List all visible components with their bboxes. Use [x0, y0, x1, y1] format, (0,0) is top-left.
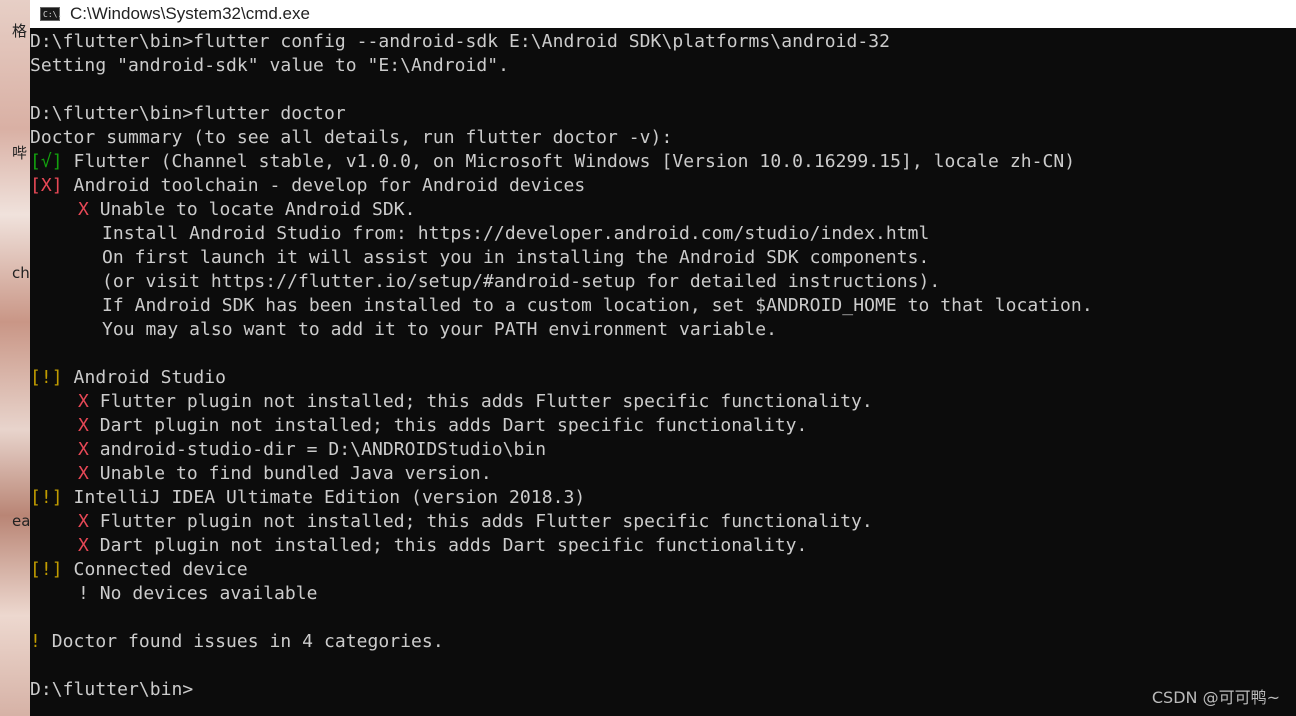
error-x-marker: X	[78, 415, 89, 436]
status-ok-marker: [√]	[30, 151, 63, 172]
status-error-marker: [X]	[30, 175, 63, 196]
desktop-fragment: ch	[12, 264, 30, 282]
status-warning-marker: [!]	[30, 559, 63, 580]
console-line: X Unable to find bundled Java version.	[78, 463, 492, 484]
status-warning-marker: [!]	[30, 487, 63, 508]
command-prompt[interactable]: D:\flutter\bin>	[30, 678, 193, 702]
desktop-fragment: 哔	[12, 144, 28, 162]
console-line: [!] Android Studio	[30, 367, 226, 388]
console-line: D:\flutter\bin>flutter config --android-…	[30, 31, 891, 52]
console-line: X Flutter plugin not installed; this add…	[78, 391, 873, 412]
console-line: X Dart plugin not installed; this adds D…	[78, 415, 808, 436]
summary-warning-marker: !	[30, 631, 41, 652]
console-line: [√] Flutter (Channel stable, v1.0.0, on …	[30, 151, 1076, 172]
console-line: Setting "android-sdk" value to "E:\Andro…	[30, 55, 510, 76]
error-x-marker: X	[78, 511, 89, 532]
desktop-fragment: 格	[12, 22, 28, 40]
console-line: D:\flutter\bin>flutter doctor	[30, 103, 346, 124]
status-warning-marker: [!]	[30, 367, 63, 388]
console-output[interactable]: D:\flutter\bin>flutter config --android-…	[30, 28, 1296, 716]
console-line: X Dart plugin not installed; this adds D…	[78, 535, 808, 556]
console-line: On first launch it will assist you in in…	[102, 247, 930, 268]
console-line: [!] IntelliJ IDEA Ultimate Edition (vers…	[30, 487, 586, 508]
cmd-icon: C:\.	[40, 7, 62, 21]
console-line: X android-studio-dir = D:\ANDROIDStudio\…	[78, 439, 547, 460]
window-title-bar[interactable]: C:\. C:\Windows\System32\cmd.exe	[30, 0, 1296, 28]
watermark: CSDN @可可鸭~	[1151, 688, 1280, 707]
console-line: [!] Connected device	[30, 559, 248, 580]
console-line: Doctor summary (to see all details, run …	[30, 127, 673, 148]
error-x-marker: X	[78, 439, 89, 460]
console-line: ! No devices available	[78, 583, 318, 604]
error-x-marker: X	[78, 535, 89, 556]
console-line: If Android SDK has been installed to a c…	[102, 295, 1093, 316]
console-line: X Unable to locate Android SDK.	[78, 199, 416, 220]
console-line: X Flutter plugin not installed; this add…	[78, 511, 873, 532]
desktop-fragment: ea	[12, 512, 30, 530]
console-line: [X] Android toolchain - develop for Andr…	[30, 175, 586, 196]
window-title: C:\Windows\System32\cmd.exe	[70, 4, 310, 23]
desktop-background: 格 哔 ch ea	[0, 0, 30, 716]
error-x-marker: X	[78, 199, 89, 220]
error-x-marker: X	[78, 463, 89, 484]
console-line: ! Doctor found issues in 4 categories.	[30, 631, 444, 652]
console-line: Install Android Studio from: https://dev…	[102, 223, 930, 244]
error-x-marker: X	[78, 391, 89, 412]
console-line: (or visit https://flutter.io/setup/#andr…	[102, 271, 941, 292]
console-line: You may also want to add it to your PATH…	[102, 319, 777, 340]
